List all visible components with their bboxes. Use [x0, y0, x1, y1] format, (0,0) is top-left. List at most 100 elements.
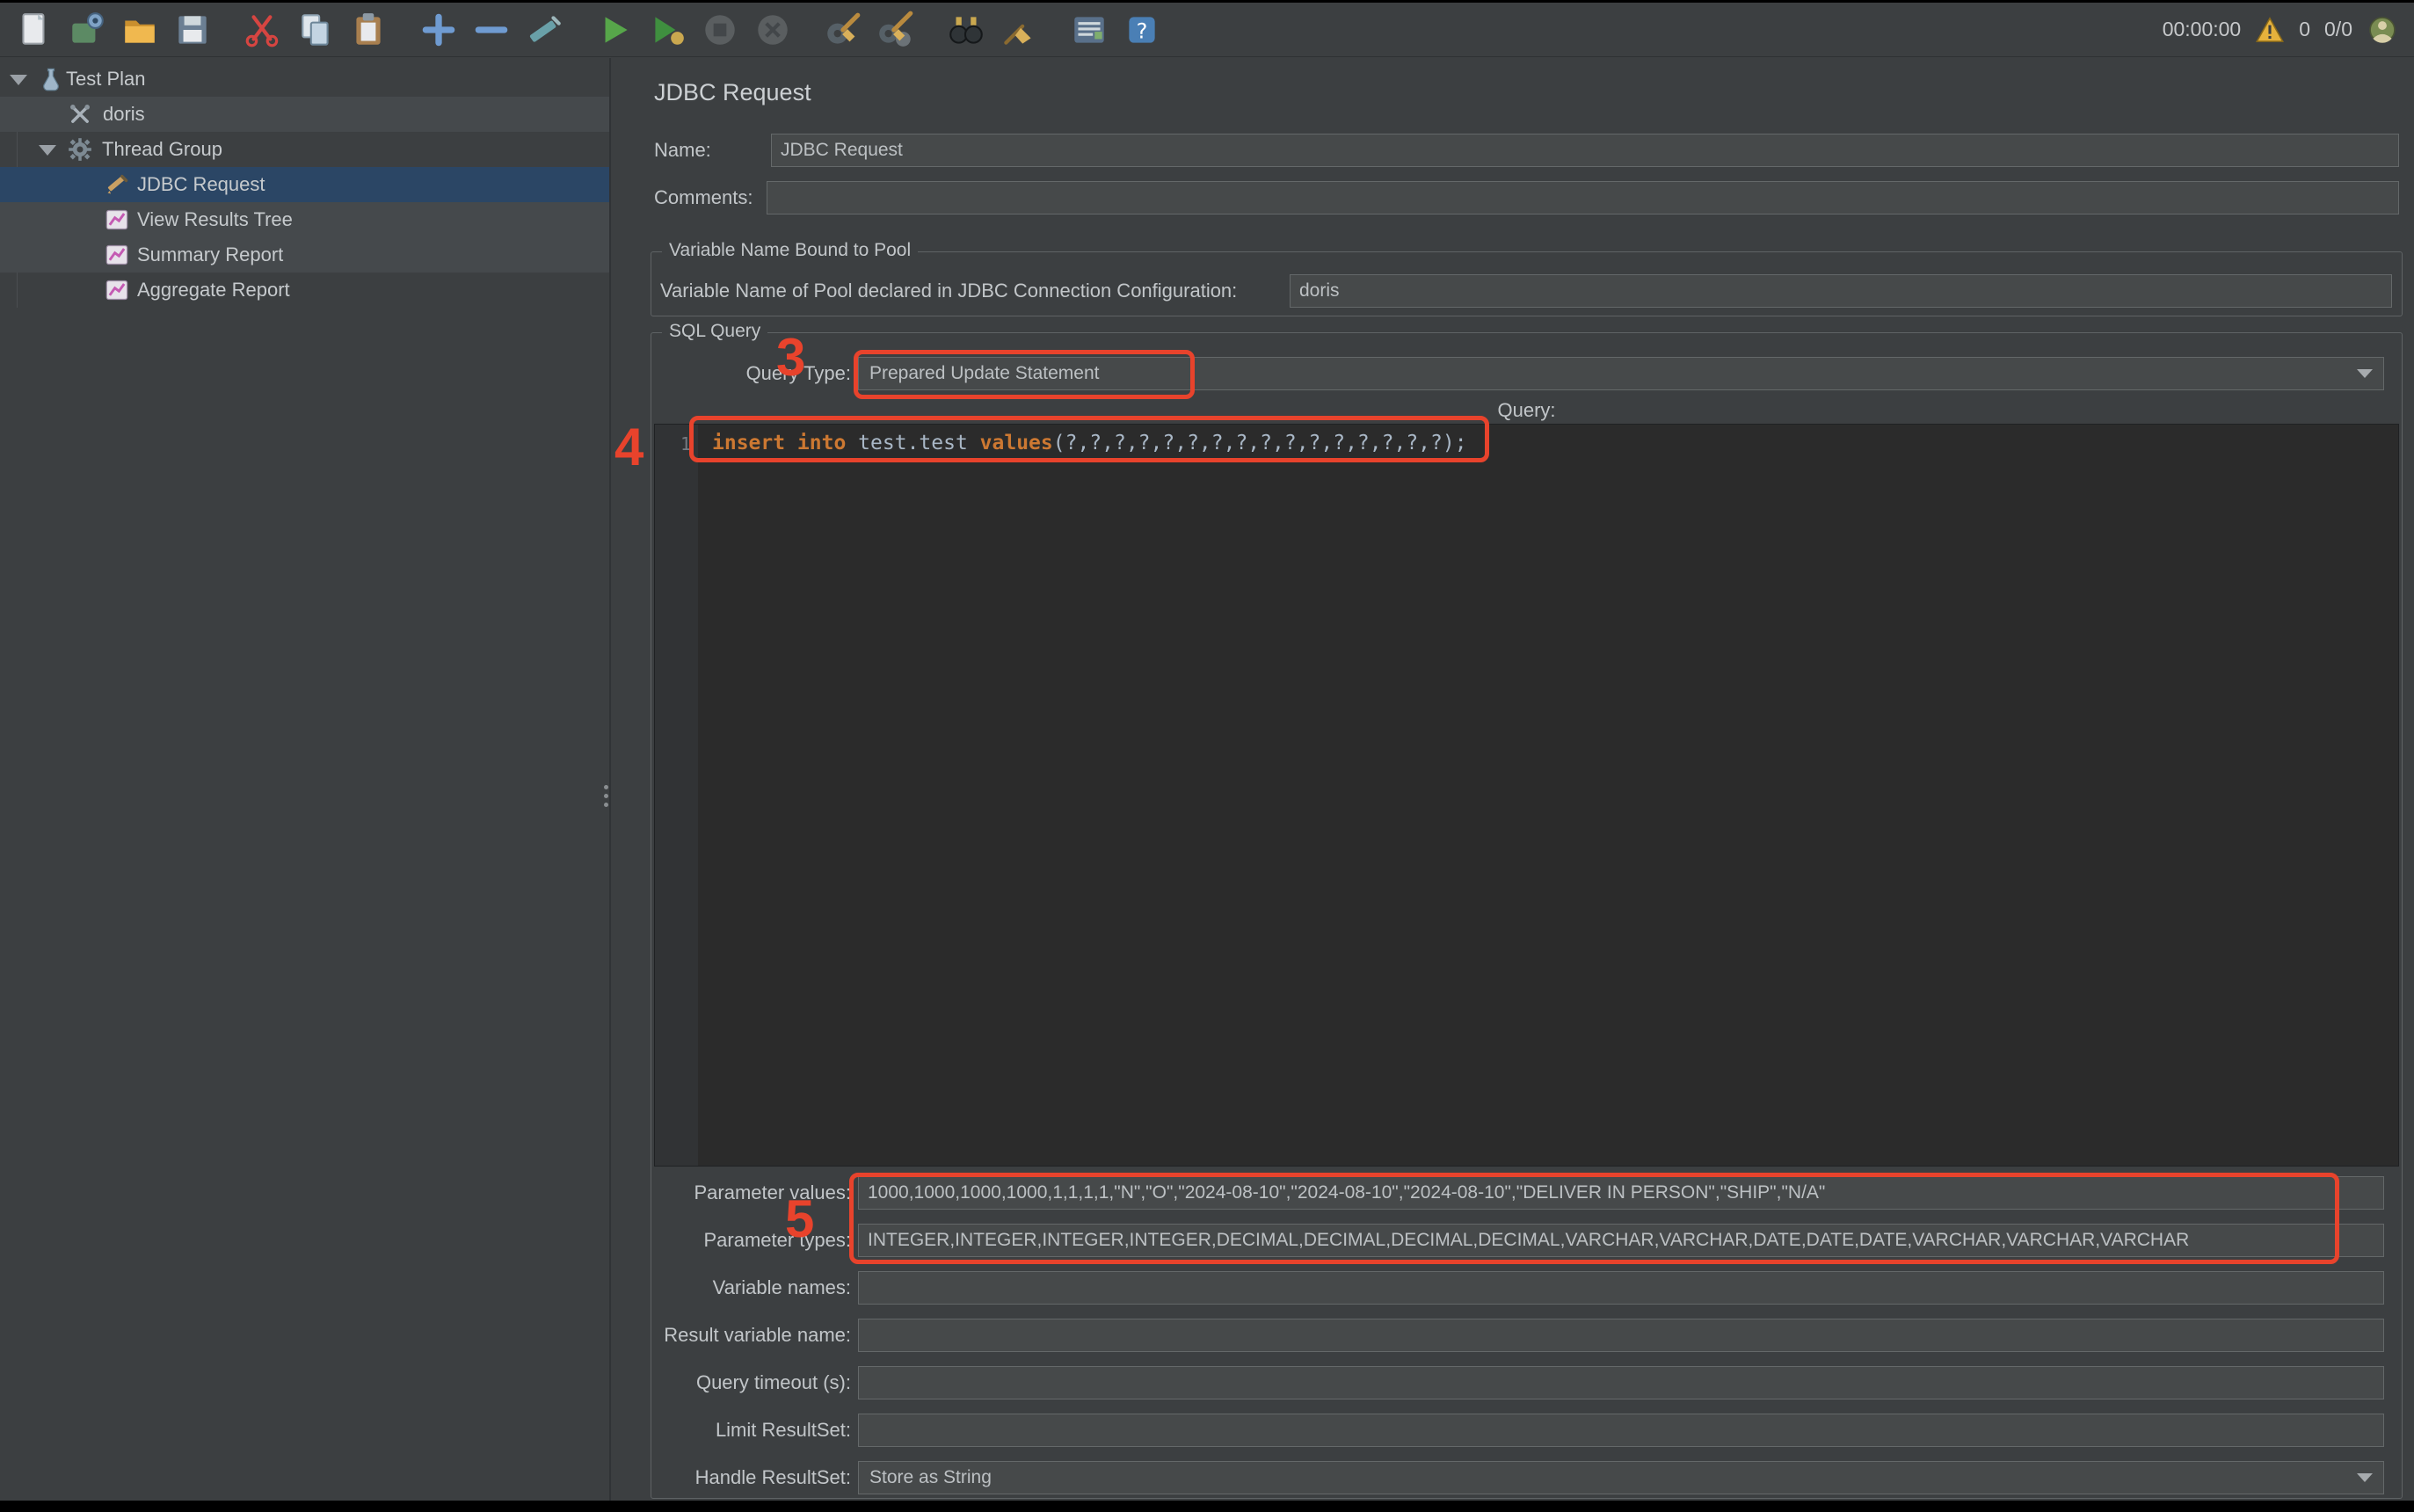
toolbar-status: 00:00:00 0 0/0 — [2163, 14, 2402, 46]
clear-button[interactable] — [821, 8, 865, 52]
tree-item-thread-group[interactable]: Thread Group — [0, 132, 609, 167]
new-button[interactable] — [12, 8, 56, 52]
paste-button[interactable] — [346, 8, 390, 52]
new-icon — [14, 10, 55, 50]
jdbc-config-icon — [68, 102, 92, 127]
function-helper-icon — [1069, 10, 1109, 50]
open-button[interactable] — [118, 8, 162, 52]
splitter-grip[interactable] — [602, 781, 609, 811]
cut-icon — [243, 10, 283, 50]
tree-item-label: Test Plan — [66, 62, 146, 97]
warning-icon[interactable] — [2255, 15, 2285, 45]
log-error-count: 0 — [2299, 18, 2310, 41]
name-label: Name: — [654, 134, 711, 167]
parameter-types-input[interactable] — [858, 1224, 2384, 1257]
test-plan-icon — [39, 67, 63, 91]
save-button[interactable] — [171, 8, 214, 52]
reset-search-icon — [999, 10, 1039, 50]
comments-label: Comments: — [654, 181, 753, 214]
result-variable-name-input[interactable] — [858, 1319, 2384, 1352]
toggle-icon — [524, 10, 564, 50]
variable-names-input[interactable] — [858, 1271, 2384, 1305]
page-title: JDBC Request — [654, 79, 811, 106]
query-timeout-label: Query timeout (s): — [654, 1366, 851, 1399]
parameter-types-label: Parameter types: — [654, 1224, 851, 1257]
query-type-value: Prepared Update Statement — [869, 363, 1100, 384]
comments-input[interactable] — [767, 181, 2399, 214]
tree-item-label: Summary Report — [137, 237, 283, 273]
remove-icon — [471, 10, 512, 50]
limit-resultset-input[interactable] — [858, 1414, 2384, 1447]
paste-icon — [348, 10, 389, 50]
clear-icon — [823, 10, 863, 50]
expand-arrow-icon[interactable] — [10, 75, 27, 85]
remove-button[interactable] — [469, 8, 513, 52]
thread-count: 0/0 — [2324, 18, 2352, 41]
shutdown-button[interactable] — [751, 8, 795, 52]
listener-icon — [105, 278, 129, 302]
cut-button[interactable] — [241, 8, 285, 52]
tree-item-label: View Results Tree — [137, 202, 293, 237]
search-icon — [946, 10, 986, 50]
tree-item-jdbc-request[interactable]: JDBC Request — [0, 167, 609, 202]
variable-names-label: Variable names: — [654, 1271, 851, 1305]
jdbc-request-panel: JDBC Request Name: Comments: Variable Na… — [613, 58, 2414, 1501]
add-button[interactable] — [417, 8, 461, 52]
clear-all-button[interactable] — [874, 8, 918, 52]
tree-item-doris[interactable]: doris — [0, 97, 609, 132]
test-plan-tree: Test Plan doris Thread Group JDBC Reques… — [0, 58, 611, 1501]
query-timeout-input[interactable] — [858, 1366, 2384, 1399]
query-type-select[interactable]: Prepared Update Statement — [858, 357, 2384, 390]
toggle-button[interactable] — [522, 8, 566, 52]
main-toolbar: ? 00:00:00 0 0/0 — [0, 3, 2414, 57]
start-no-pauses-button[interactable] — [645, 8, 689, 52]
reset-search-button[interactable] — [997, 8, 1041, 52]
jmeter-window: ? 00:00:00 0 0/0 Test Plan doris Thread … — [0, 0, 2414, 1512]
sql-keyword: insert into — [712, 432, 846, 454]
handle-resultset-label: Handle ResultSet: — [654, 1461, 851, 1494]
chevron-down-icon — [2357, 1473, 2373, 1482]
start-button[interactable] — [593, 8, 636, 52]
clear-all-icon — [876, 10, 916, 50]
users-icon — [2367, 14, 2398, 46]
pool-variable-input[interactable] — [1290, 274, 2392, 308]
tree-item-summary-report[interactable]: Summary Report — [0, 237, 609, 273]
tree-item-aggregate-report[interactable]: Aggregate Report — [0, 273, 609, 308]
sql-editor[interactable]: 1 insert into test.test values(?,?,?,?,?… — [654, 424, 2399, 1167]
tree-item-label: doris — [103, 97, 145, 132]
copy-icon — [295, 10, 336, 50]
stop-icon — [700, 10, 740, 50]
sql-keyword: values — [980, 432, 1053, 454]
tree-item-test-plan[interactable]: Test Plan — [0, 62, 609, 97]
parameter-values-input[interactable] — [858, 1176, 2384, 1210]
name-input[interactable] — [771, 134, 2399, 167]
line-number: 1 — [680, 433, 691, 454]
result-variable-name-label: Result variable name: — [654, 1319, 851, 1352]
help-button[interactable]: ? — [1120, 8, 1164, 52]
add-icon — [418, 10, 459, 50]
search-button[interactable] — [944, 8, 988, 52]
query-label: Query: — [654, 399, 2399, 422]
tree-item-label: Thread Group — [102, 132, 222, 167]
save-icon — [172, 10, 213, 50]
expand-arrow-icon[interactable] — [39, 145, 56, 156]
limit-resultset-label: Limit ResultSet: — [654, 1414, 851, 1447]
handle-resultset-select[interactable]: Store as String — [858, 1461, 2384, 1494]
listener-icon — [105, 207, 129, 232]
templates-button[interactable] — [65, 8, 109, 52]
query-type-label: Query Type: — [654, 357, 851, 390]
pool-group-title: Variable Name Bound to Pool — [662, 240, 918, 261]
sampler-icon — [105, 172, 129, 197]
function-helper-button[interactable] — [1067, 8, 1111, 52]
help-icon: ? — [1122, 10, 1162, 50]
open-icon — [120, 10, 160, 50]
sql-query-group-title: SQL Query — [662, 321, 767, 342]
tree-item-label: JDBC Request — [137, 167, 265, 202]
start-no-pauses-icon — [647, 10, 687, 50]
stop-button[interactable] — [698, 8, 742, 52]
tree-item-label: Aggregate Report — [137, 273, 290, 308]
templates-icon — [67, 10, 107, 50]
tree-item-view-results-tree[interactable]: View Results Tree — [0, 202, 609, 237]
chevron-down-icon — [2357, 369, 2373, 378]
copy-button[interactable] — [294, 8, 338, 52]
